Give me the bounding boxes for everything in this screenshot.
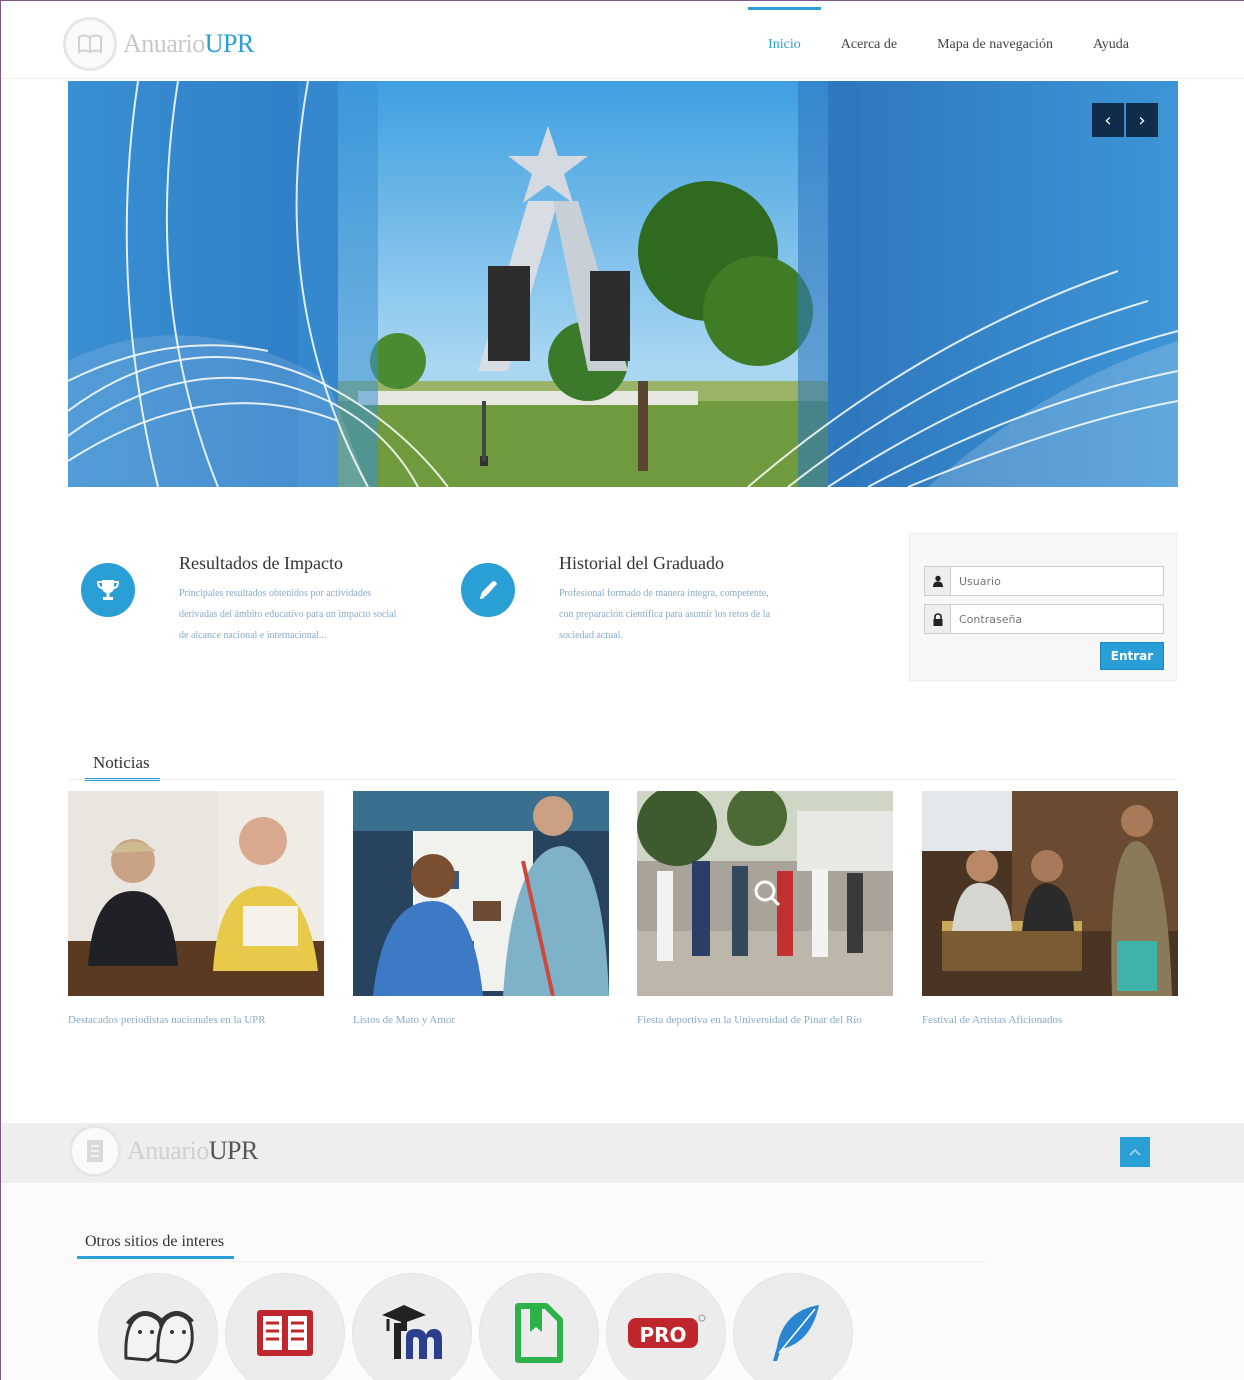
bookmark-document-icon — [515, 1303, 563, 1363]
nav-item-mapa-navegacion[interactable]: Mapa de navegación — [917, 1, 1073, 79]
news-thumbnail[interactable] — [353, 791, 609, 996]
news-section-title: Noticias — [85, 753, 160, 781]
site-logo[interactable]: AnuarioUPR — [63, 17, 254, 71]
password-field — [924, 604, 1164, 634]
news-thumbnail[interactable] — [68, 791, 324, 996]
user-icon — [925, 567, 951, 595]
header: AnuarioUPR Inicio Acerca de Mapa de nave… — [1, 1, 1244, 79]
slider-next-button[interactable]: › — [1126, 103, 1158, 137]
book-logo-icon — [69, 1125, 121, 1177]
feature-title: Resultados de Impacto — [179, 553, 343, 573]
news-caption[interactable]: Listos de Mato y Amor — [353, 1006, 609, 1034]
login-submit-button[interactable]: Entrar — [1100, 642, 1164, 670]
feature-title: Historial del Graduado — [559, 553, 724, 573]
logo-text: AnuarioUPR — [123, 29, 254, 58]
news-divider — [68, 779, 1178, 780]
nav-item-ayuda[interactable]: Ayuda — [1073, 1, 1149, 79]
pro-badge-icon: PRO — [628, 1314, 706, 1348]
other-sites-divider — [85, 1261, 985, 1262]
feather-icon — [773, 1305, 819, 1361]
login-form: Entrar — [909, 533, 1177, 681]
nav-item-acerca-de[interactable]: Acerca de — [821, 1, 917, 79]
username-field — [924, 566, 1164, 596]
footer-bar: AnuarioUPR — [1, 1123, 1244, 1183]
news-caption[interactable]: Festival de Artistas Aficionados — [922, 1006, 1178, 1034]
pro-label: PRO — [639, 1323, 686, 1347]
chevron-up-icon — [1129, 1148, 1141, 1156]
slider-controls: ‹ › — [1092, 103, 1158, 137]
lock-icon — [925, 605, 951, 633]
footer-logo[interactable]: AnuarioUPR — [69, 1125, 258, 1177]
main-nav: Inicio Acerca de Mapa de navegación Ayud… — [748, 1, 1149, 79]
hero-image — [68, 81, 1178, 487]
news-item[interactable]: Festival de Artistas Aficionados — [922, 791, 1178, 1034]
other-sites-title: Otros sitios de interes — [76, 1233, 235, 1259]
news-item[interactable]: Destacados periodistas nacionales en la … — [68, 791, 324, 1034]
open-book-icon — [257, 1310, 313, 1356]
trophy-icon — [81, 563, 135, 617]
footer-logo-text: AnuarioUPR — [127, 1136, 258, 1165]
news-caption[interactable]: Fiesta deportiva en la Universidad de Pi… — [637, 1006, 893, 1034]
news-item[interactable]: Listos de Mato y Amor — [353, 791, 609, 1034]
pencil-icon — [461, 563, 515, 617]
graduation-cap-icon — [382, 1305, 442, 1359]
scroll-top-button[interactable] — [1120, 1137, 1150, 1167]
news-item[interactable]: Fiesta deportiva en la Universidad de Pi… — [637, 791, 893, 1034]
news-caption[interactable]: Destacados periodistas nacionales en la … — [68, 1006, 324, 1034]
feature-text: Principales resultados obtenidos por act… — [179, 588, 397, 641]
portraits-icon — [124, 1311, 194, 1364]
book-logo-icon — [63, 17, 117, 71]
password-input[interactable] — [951, 612, 1151, 626]
hero-slider: ‹ › — [68, 81, 1178, 487]
slider-prev-button[interactable]: ‹ — [1092, 103, 1124, 137]
news-thumbnail[interactable] — [922, 791, 1178, 996]
nav-item-inicio[interactable]: Inicio — [748, 1, 821, 79]
feature-text: Profesional formado de manera íntegra, c… — [559, 588, 771, 641]
news-thumbnail[interactable] — [637, 791, 893, 996]
username-input[interactable] — [951, 574, 1151, 588]
